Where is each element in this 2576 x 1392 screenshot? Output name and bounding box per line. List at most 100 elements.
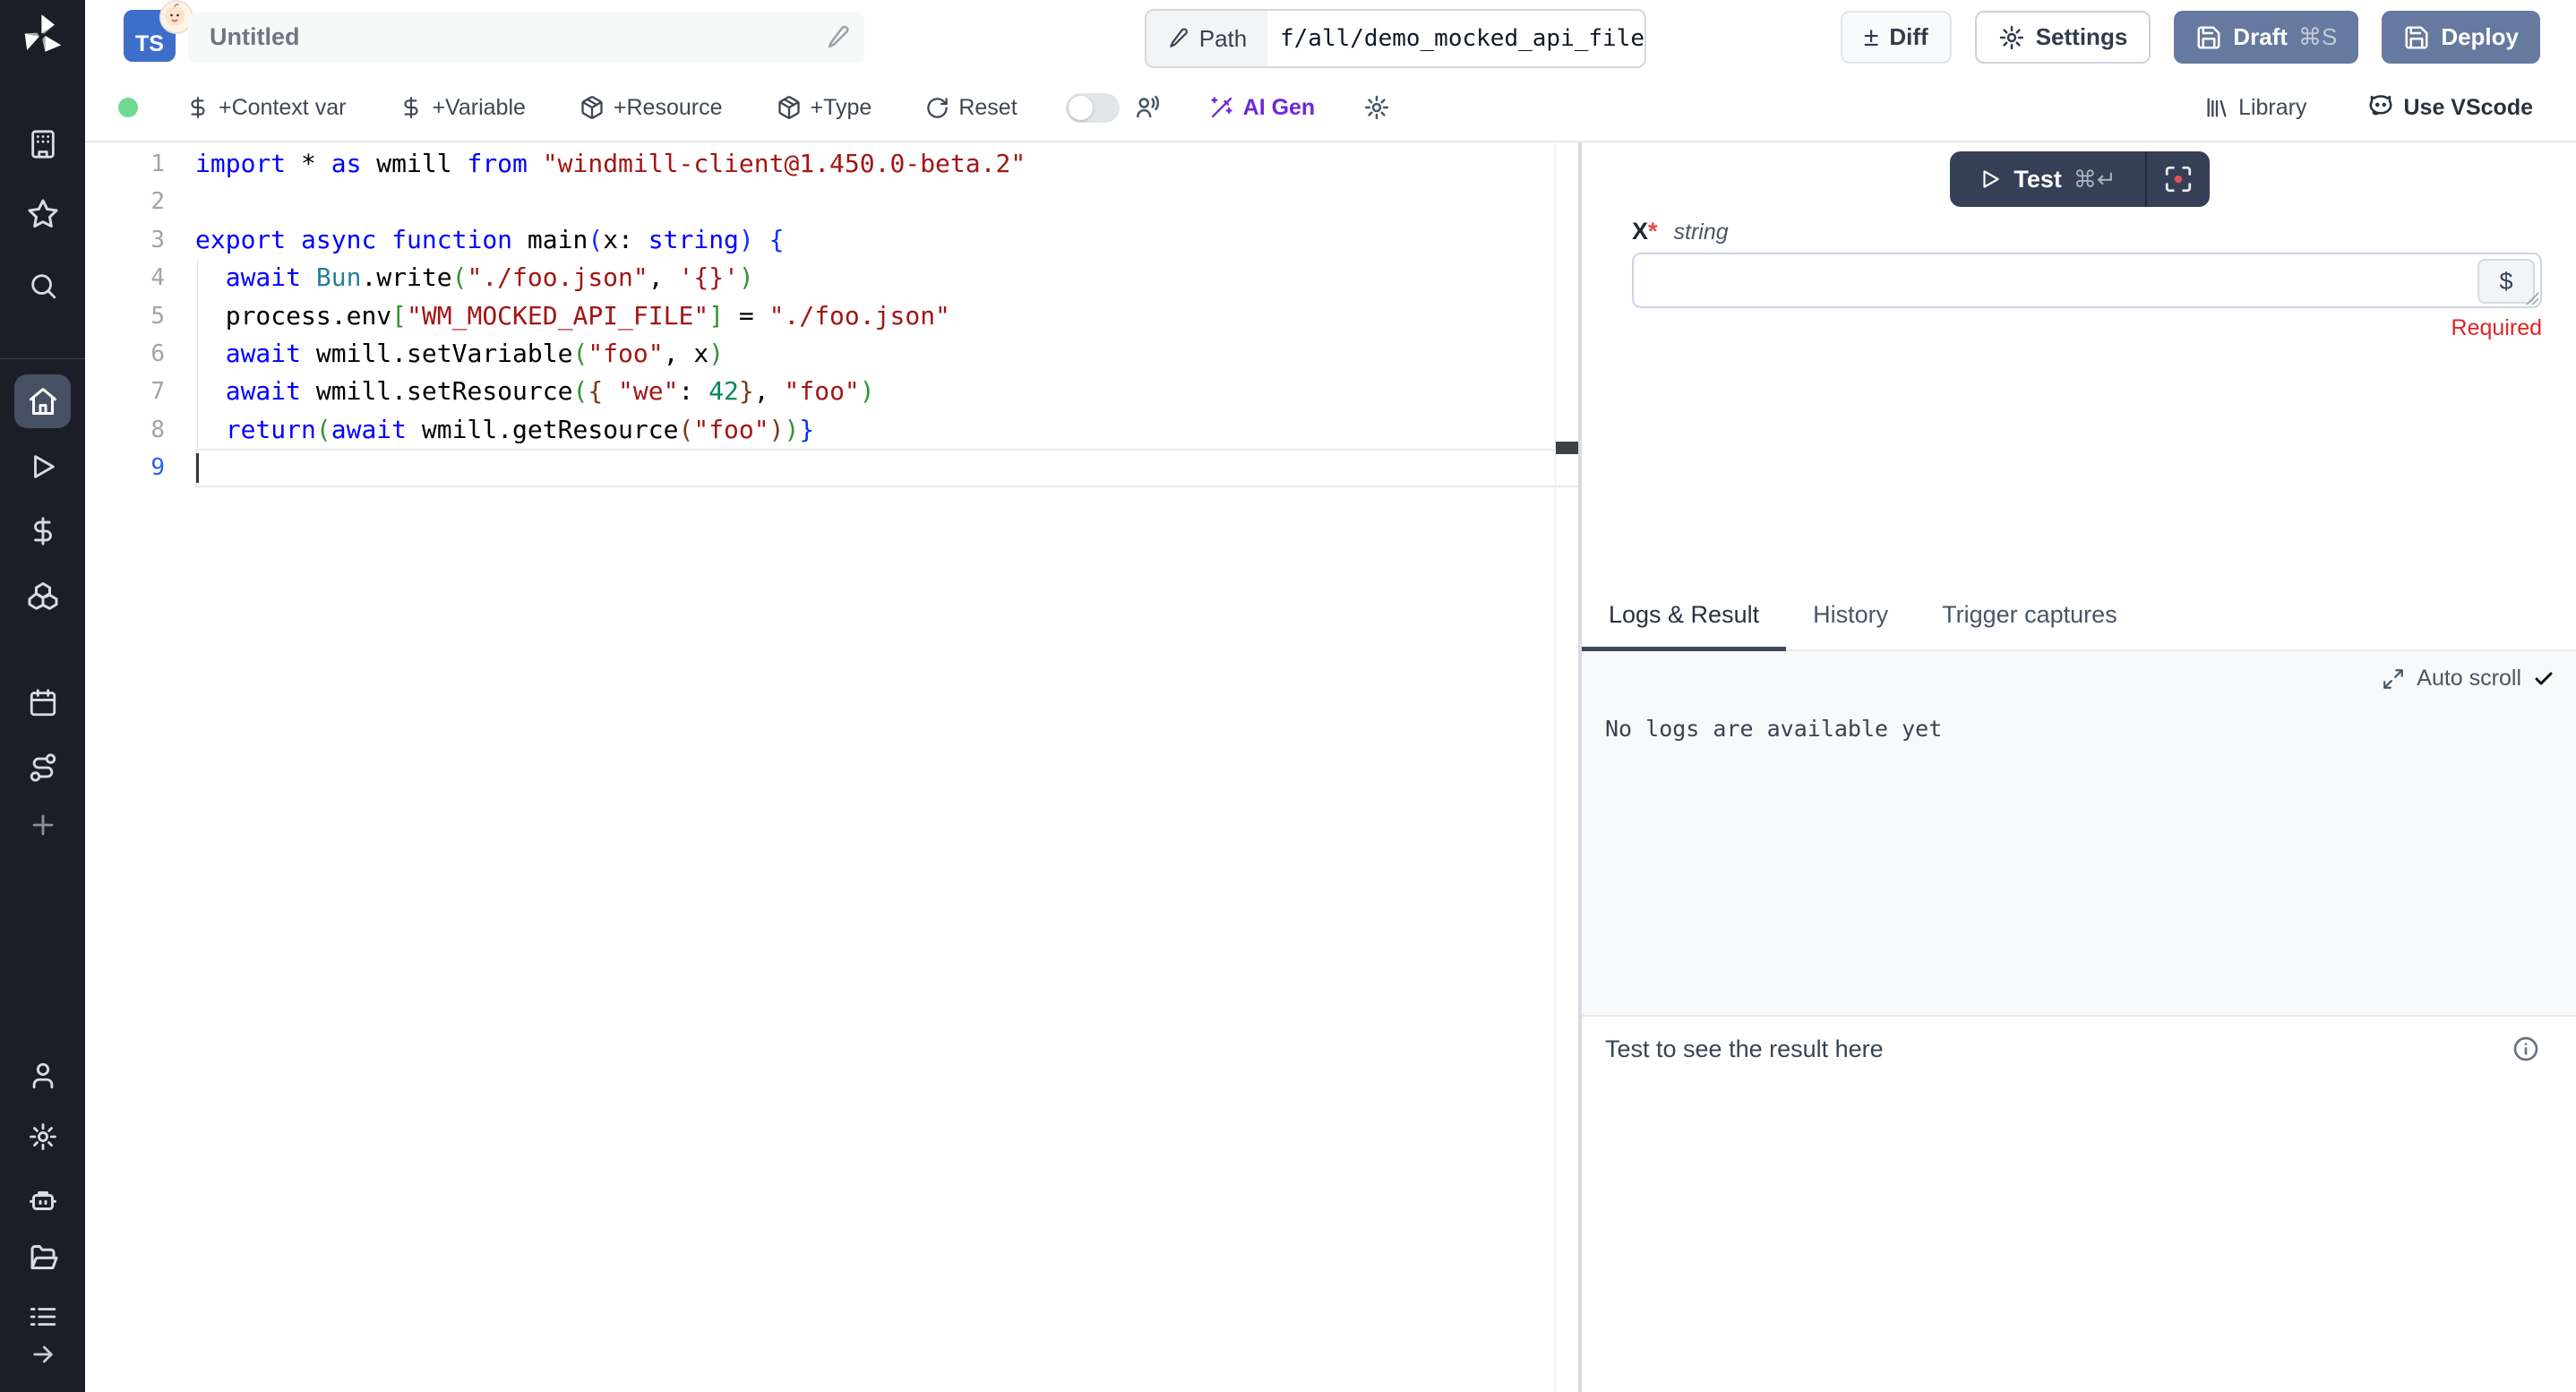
editor-settings-gear-icon[interactable] <box>1363 94 1390 121</box>
editor-toolbar: +Context var +Variable +Resource +Type R… <box>85 74 2576 142</box>
line-number: 3 <box>85 221 195 259</box>
script-summary-field[interactable]: Untitled <box>188 12 864 63</box>
routes-flow-icon[interactable] <box>0 747 85 788</box>
add-plus-icon[interactable] <box>0 804 85 846</box>
play-icon <box>1979 168 2002 191</box>
info-icon[interactable] <box>2512 1035 2540 1063</box>
gear-icon <box>1998 24 2025 51</box>
typescript-badge-label: TS <box>135 31 164 62</box>
draft-label: Draft <box>2233 23 2288 51</box>
code-editor[interactable]: 123456789 import * as wmill from "windmi… <box>85 142 1583 1392</box>
auto-scroll-label: Auto scroll <box>2417 666 2521 692</box>
diff-label: Diff <box>1889 23 1928 51</box>
settings-button[interactable]: Settings <box>1975 11 2151 64</box>
add-resource-button[interactable]: +Resource <box>574 94 728 122</box>
folders-icon[interactable] <box>0 1238 85 1279</box>
tab-trigger-captures[interactable]: Trigger captures <box>1915 580 2144 649</box>
required-hint: Required <box>2451 315 2542 341</box>
test-button[interactable]: Test ⌘↵ <box>1950 151 2145 207</box>
vscode-icon <box>2367 94 2394 121</box>
favorites-star-icon[interactable] <box>0 193 85 235</box>
code-line: return(await wmill.getResource("foo"))} <box>195 411 1583 449</box>
deploy-label: Deploy <box>2441 23 2519 51</box>
resources-cubes-icon[interactable] <box>0 575 85 616</box>
add-variable-button[interactable]: +Variable <box>394 94 530 122</box>
path-edit-button[interactable]: Path <box>1146 11 1267 66</box>
windmill-logo-icon[interactable] <box>0 7 85 63</box>
save-icon <box>2195 24 2222 51</box>
sidebar-divider <box>0 358 85 359</box>
line-number-gutter: 123456789 <box>85 142 195 1392</box>
code-line: await wmill.setResource({ "we": 42}, "fo… <box>195 373 1583 410</box>
add-type-button[interactable]: +Type <box>771 94 878 122</box>
code-line <box>195 183 1583 220</box>
logs-pane: Auto scroll No logs are available yet <box>1582 651 2576 1015</box>
add-context-var-button[interactable]: +Context var <box>181 94 351 122</box>
path-label: Path <box>1199 25 1248 53</box>
code-lines: import * as wmill from "windmill-client@… <box>195 145 1583 487</box>
schedules-calendar-icon[interactable] <box>0 683 85 724</box>
line-number: 7 <box>85 373 195 410</box>
line-number: 1 <box>85 145 195 183</box>
tab-logs-result[interactable]: Logs & Result <box>1582 580 1786 649</box>
text-cursor <box>196 453 199 483</box>
expand-icon[interactable] <box>2382 667 2405 691</box>
ai-gen-label: AI Gen <box>1243 95 1316 121</box>
use-vscode-button[interactable]: Use VScode <box>2362 93 2538 122</box>
code-line: import * as wmill from "windmill-client@… <box>195 145 1583 183</box>
code-line: export async function main(x: string) { <box>195 221 1583 259</box>
logs-empty-message: No logs are available yet <box>1605 716 1942 742</box>
magic-wand-icon <box>1209 95 1234 120</box>
ai-gen-button[interactable]: AI Gen <box>1204 94 1321 122</box>
current-line-highlight <box>195 449 1606 487</box>
topbar: TS Untitled Path f/all/demo_mocked_api_f… <box>85 0 2576 74</box>
reset-label: Reset <box>958 95 1017 121</box>
diff-mode-toggle[interactable] <box>1066 93 1120 123</box>
search-icon[interactable] <box>0 265 85 306</box>
settings-gear-icon[interactable] <box>0 1116 85 1157</box>
path-value[interactable]: f/all/demo_mocked_api_file <box>1267 11 1644 66</box>
multiplayer-users-icon[interactable] <box>1134 94 1161 121</box>
capture-test-button[interactable] <box>2147 151 2210 207</box>
draft-shortcut: ⌘S <box>2298 23 2337 51</box>
dollar-label: $ <box>2499 268 2512 296</box>
script-summary-value: Untitled <box>188 23 300 51</box>
line-number: 4 <box>85 259 195 296</box>
run-panel: Test ⌘↵ X* string $ <box>1582 142 2576 1392</box>
library-icon <box>2204 95 2229 120</box>
edit-summary-pencil-icon[interactable] <box>825 24 852 51</box>
home-icon[interactable] <box>0 380 85 423</box>
audit-list-icon[interactable] <box>0 1299 85 1335</box>
use-vscode-label: Use VScode <box>2403 95 2533 121</box>
collapse-arrow-right-icon[interactable] <box>0 1336 85 1372</box>
add-resource-label: +Resource <box>614 95 723 121</box>
result-pane: Test to see the result here <box>1582 1015 2576 1392</box>
toolbar-right: Library Use VScode <box>2199 93 2576 122</box>
account-person-icon[interactable] <box>0 1055 85 1096</box>
deploy-button[interactable]: Deploy <box>2382 11 2540 64</box>
checkmark-icon <box>2533 668 2555 690</box>
variables-dollar-icon[interactable] <box>0 511 85 552</box>
save-icon <box>2403 24 2430 51</box>
line-number: 8 <box>85 411 195 449</box>
reset-button[interactable]: Reset <box>920 94 1022 122</box>
sidebar <box>0 0 85 1392</box>
code-line: await wmill.setVariable("foo", x) <box>195 335 1583 373</box>
add-context-var-label: +Context var <box>219 95 346 121</box>
tab-history[interactable]: History <box>1786 580 1915 649</box>
test-button-group: Test ⌘↵ <box>1950 151 2210 207</box>
workspace-building-icon[interactable] <box>0 124 85 165</box>
library-button[interactable]: Library <box>2199 94 2312 122</box>
add-type-label: +Type <box>811 95 872 121</box>
diff-button[interactable]: ± Diff <box>1841 11 1952 64</box>
auto-scroll-control[interactable]: Auto scroll <box>2382 666 2555 692</box>
dollar-icon <box>186 96 210 119</box>
plus-minus-icon: ± <box>1864 22 1878 53</box>
argument-input[interactable]: $ <box>1632 253 2542 308</box>
topbar-actions: ± Diff Settings Draft ⌘S Deploy <box>1841 11 2540 64</box>
workers-robot-icon[interactable] <box>0 1179 85 1220</box>
runs-play-icon[interactable] <box>0 446 85 487</box>
draft-button[interactable]: Draft ⌘S <box>2174 11 2358 64</box>
editor-scrollbar-track[interactable] <box>1555 142 1556 1392</box>
resize-handle[interactable] <box>2526 292 2538 305</box>
